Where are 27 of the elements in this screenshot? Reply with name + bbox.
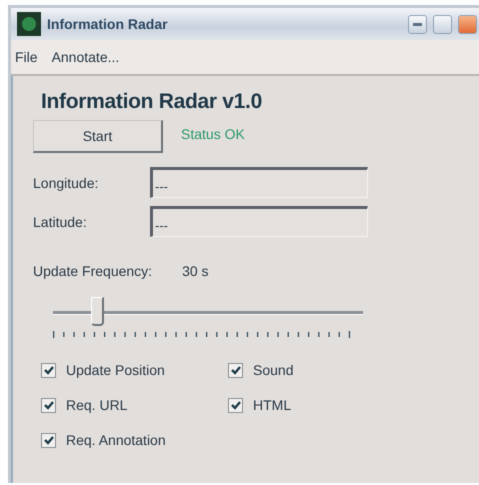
checkbox[interactable] bbox=[41, 432, 56, 448]
option-label: Req. Annotation bbox=[66, 432, 166, 448]
status-text: Status OK bbox=[181, 126, 245, 142]
checkbox[interactable] bbox=[41, 398, 56, 412]
slider-thumb[interactable] bbox=[91, 297, 104, 326]
checkbox[interactable] bbox=[41, 362, 56, 378]
option-label: Update Position bbox=[66, 362, 165, 378]
minus-icon bbox=[413, 22, 422, 26]
frequency-label: Update Frequency: bbox=[33, 263, 152, 279]
frequency-value: 30 s bbox=[182, 263, 209, 279]
close-button[interactable] bbox=[458, 14, 477, 34]
checkbox[interactable] bbox=[228, 398, 243, 412]
minimize-button[interactable] bbox=[408, 14, 427, 34]
window-title: Information Radar bbox=[47, 16, 169, 32]
option-label: Req. URL bbox=[66, 397, 128, 413]
app-heading: Information Radar v1.0 bbox=[41, 90, 263, 114]
input-field[interactable]: --- bbox=[150, 167, 368, 198]
start-button[interactable]: Start bbox=[33, 120, 163, 153]
checkbox[interactable] bbox=[228, 362, 243, 378]
option-label: HTML bbox=[253, 397, 292, 413]
menu-item[interactable]: File bbox=[15, 49, 38, 65]
input-field[interactable]: --- bbox=[150, 206, 368, 237]
app-icon bbox=[17, 12, 41, 36]
field-label: Latitude: bbox=[33, 214, 88, 230]
field-label: Longitude: bbox=[33, 174, 100, 190]
option-label: Sound bbox=[253, 362, 294, 378]
menu-item[interactable]: Annotate... bbox=[52, 49, 120, 65]
